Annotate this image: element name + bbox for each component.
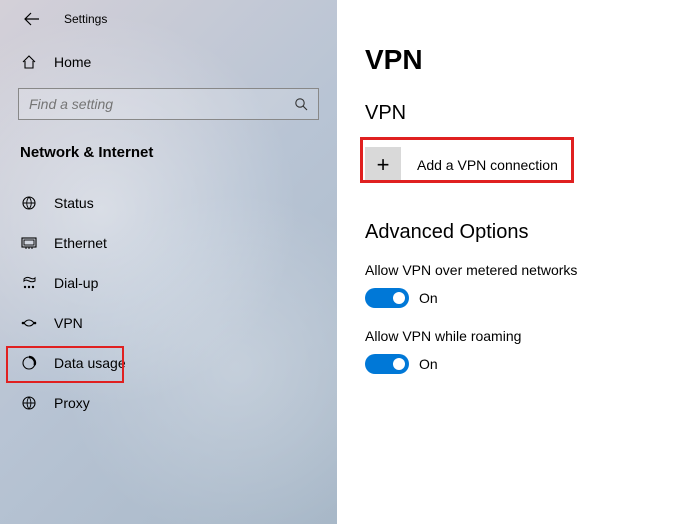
status-icon <box>20 195 38 211</box>
add-vpn-label: Add a VPN connection <box>417 157 558 173</box>
sidebar-item-ethernet[interactable]: Ethernet <box>0 223 337 263</box>
ethernet-icon <box>20 236 38 250</box>
sidebar-item-label: Data usage <box>54 355 126 371</box>
proxy-icon <box>20 395 38 411</box>
page-title: VPN <box>365 44 647 76</box>
option-roaming: Allow VPN while roaming On <box>365 328 647 374</box>
back-arrow-icon[interactable] <box>24 12 40 26</box>
sidebar: Settings Home Network & Internet Status <box>0 0 337 524</box>
search-input[interactable] <box>29 96 294 112</box>
sidebar-item-vpn[interactable]: VPN <box>0 303 337 343</box>
sidebar-item-label: Dial-up <box>54 275 98 291</box>
sidebar-item-proxy[interactable]: Proxy <box>0 383 337 423</box>
sidebar-home[interactable]: Home <box>0 42 337 82</box>
toggle-state: On <box>419 290 438 306</box>
data-usage-icon <box>20 355 38 371</box>
sidebar-item-datausage[interactable]: Data usage <box>0 343 337 383</box>
option-label: Allow VPN over metered networks <box>365 262 647 278</box>
home-label: Home <box>54 54 91 70</box>
sidebar-item-label: Ethernet <box>54 235 107 251</box>
content-pane: VPN VPN + Add a VPN connection Advanced … <box>337 0 675 524</box>
sidebar-item-label: VPN <box>54 315 83 331</box>
sidebar-item-label: Status <box>54 195 94 211</box>
dialup-icon <box>20 275 38 291</box>
sidebar-item-dialup[interactable]: Dial-up <box>0 263 337 303</box>
advanced-options-heading: Advanced Options <box>365 221 647 244</box>
toggle-roaming[interactable] <box>365 354 409 374</box>
app-title: Settings <box>64 12 107 26</box>
plus-icon: + <box>365 147 401 183</box>
search-box[interactable] <box>18 88 319 120</box>
add-vpn-button[interactable]: + Add a VPN connection <box>365 143 566 187</box>
sidebar-item-status[interactable]: Status <box>0 183 337 223</box>
search-icon <box>294 97 308 111</box>
home-icon <box>20 54 38 70</box>
sidebar-item-label: Proxy <box>54 395 90 411</box>
toggle-metered[interactable] <box>365 288 409 308</box>
option-metered: Allow VPN over metered networks On <box>365 262 647 308</box>
option-label: Allow VPN while roaming <box>365 328 647 344</box>
vpn-icon <box>20 316 38 330</box>
category-header: Network & Internet <box>0 138 337 179</box>
section-heading: VPN <box>365 102 647 125</box>
toggle-state: On <box>419 356 438 372</box>
